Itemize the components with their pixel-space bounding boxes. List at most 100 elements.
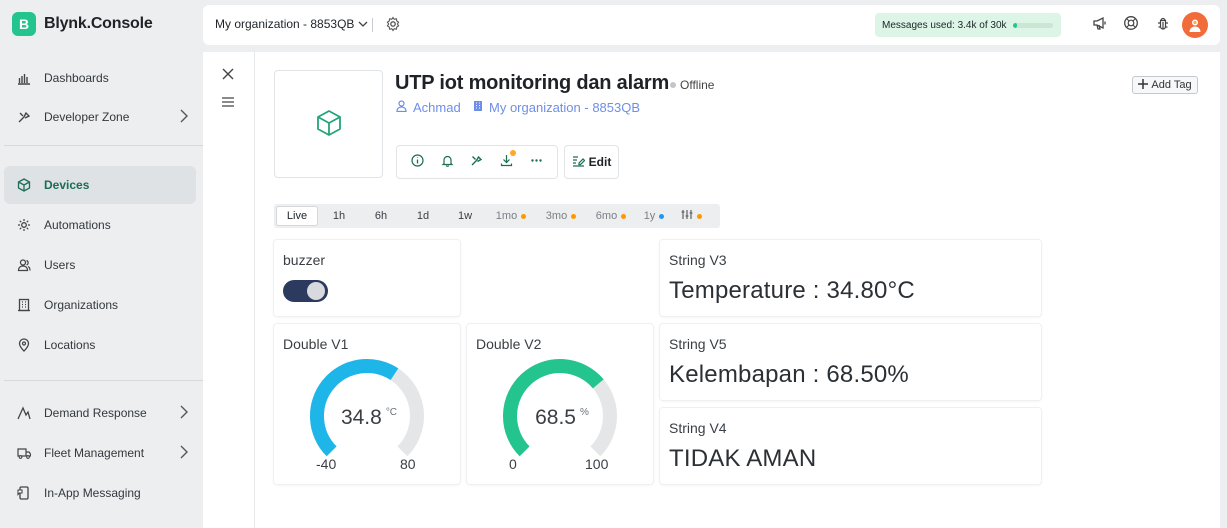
- time-range-label: 1h: [332, 210, 346, 222]
- menu-icon[interactable]: [222, 95, 234, 110]
- download-button[interactable]: [497, 150, 517, 172]
- messages-used-progress: [1012, 22, 1053, 28]
- gauge-max: 100: [585, 456, 609, 472]
- toggle-knob: [307, 282, 325, 300]
- messages-used-text: Messages used: 3.4k of 30k: [882, 19, 1007, 31]
- buzzer-toggle[interactable]: [283, 280, 328, 302]
- time-range-live[interactable]: Live: [276, 206, 318, 226]
- edit-label: Edit: [588, 155, 612, 169]
- truck-icon: [16, 445, 32, 461]
- buzzer-switch-widget: buzzer: [274, 240, 460, 316]
- status-badge: Offline: [670, 78, 714, 92]
- sidebar-item-label: In-App Messaging: [44, 486, 141, 500]
- close-icon[interactable]: [222, 68, 234, 83]
- time-range-3mo[interactable]: 3mo: [536, 206, 586, 226]
- nav-divider: [4, 145, 203, 146]
- panel-divider: [254, 52, 255, 528]
- time-range-1w[interactable]: 1w: [444, 206, 486, 226]
- chevron-right-icon: [180, 405, 188, 422]
- sidebar-item-automations[interactable]: Automations: [4, 206, 196, 244]
- string-v5-widget: String V5 Kelembapan : 68.50%: [660, 324, 1041, 400]
- sidebar-item-in-app-messaging[interactable]: In-App Messaging: [4, 474, 196, 512]
- device-organization-link[interactable]: My organization - 8853QB: [473, 100, 640, 115]
- bug-report-icon[interactable]: [1155, 15, 1171, 34]
- dashboards-icon: [16, 70, 32, 86]
- gauge-v2-widget: Double V2 68.5% 0 100: [467, 324, 653, 484]
- automations-icon: [16, 217, 32, 233]
- sidebar-item-organizations[interactable]: Organizations: [4, 286, 196, 324]
- gauge-max: 80: [400, 456, 416, 472]
- sidebar-item-locations[interactable]: Locations: [4, 326, 196, 364]
- sidebar-item-dashboards[interactable]: Dashboards: [4, 59, 196, 97]
- download-icon: [500, 154, 513, 170]
- sidebar-item-developer-zone[interactable]: Developer Zone: [4, 98, 196, 136]
- status-text: Offline: [680, 78, 715, 92]
- help-icon[interactable]: [1123, 15, 1139, 34]
- gauge-min: 0: [509, 456, 517, 472]
- premium-dot: [621, 213, 627, 219]
- edit-dashboard-button[interactable]: Edit: [564, 145, 619, 179]
- device-owner-link[interactable]: Achmad: [396, 100, 461, 115]
- demand-response-icon: [16, 405, 32, 421]
- nav-divider: [4, 380, 203, 381]
- time-range-label: Live: [286, 210, 308, 222]
- time-range-6h[interactable]: 6h: [360, 206, 402, 226]
- sidebar-item-label: Dashboards: [44, 71, 109, 85]
- chevron-right-icon: [180, 445, 188, 462]
- sidebar-item-devices[interactable]: Devices: [4, 166, 196, 204]
- widget-title: String V3: [669, 252, 727, 268]
- sidebar-item-label: Fleet Management: [44, 446, 145, 460]
- plus-icon: [1138, 78, 1149, 92]
- gauge-value: 34.8 °C: [274, 406, 460, 430]
- time-range-label: 1w: [457, 210, 473, 222]
- main-panel: UTP iot monitoring dan alarm Offline Ach…: [203, 52, 1220, 528]
- time-range-selector: Live 1h 6h 1d 1w 1mo 3mo 6mo 1y: [274, 204, 720, 228]
- logo[interactable]: B Blynk.Console: [12, 12, 153, 36]
- premium-dot: [571, 213, 577, 219]
- cube-icon: [314, 108, 344, 141]
- sidebar-item-demand-response[interactable]: Demand Response: [4, 394, 196, 432]
- avatar[interactable]: [1182, 12, 1208, 38]
- developer-tools-button[interactable]: [467, 152, 487, 172]
- gear-icon[interactable]: [385, 16, 401, 35]
- sidebar-item-label: Users: [44, 258, 76, 272]
- device-owner-name: Achmad: [413, 100, 461, 115]
- device-organization-name: My organization - 8853QB: [489, 100, 641, 115]
- info-button[interactable]: [408, 152, 428, 172]
- organization-selector[interactable]: My organization - 8853QB: [215, 17, 368, 31]
- sidebar-item-label: Organizations: [44, 298, 119, 312]
- add-tag-label: Add Tag: [1151, 79, 1192, 91]
- divider: [372, 18, 373, 32]
- messaging-icon: [16, 485, 32, 501]
- gauge-value-number: 68.5: [535, 406, 576, 429]
- gauge-v2-svg: [503, 359, 617, 457]
- sidebar-item-label: Developer Zone: [44, 110, 130, 124]
- time-range-6mo[interactable]: 6mo: [586, 206, 636, 226]
- device-image[interactable]: [274, 70, 383, 178]
- time-range-1h[interactable]: 1h: [318, 206, 360, 226]
- announcements-icon[interactable]: [1092, 15, 1108, 34]
- messages-used-badge[interactable]: Messages used: 3.4k of 30k: [875, 13, 1061, 37]
- more-horizontal-icon: [530, 154, 543, 170]
- widget-value: TIDAK AMAN: [669, 445, 817, 472]
- time-range-label: 3mo: [545, 210, 568, 222]
- app-name: Blynk.Console: [44, 15, 153, 32]
- add-tag-button[interactable]: Add Tag: [1132, 76, 1198, 94]
- sidebar-item-fleet-management[interactable]: Fleet Management: [4, 434, 196, 472]
- sidebar-item-users[interactable]: Users: [4, 246, 196, 284]
- device-title: UTP iot monitoring dan alarm: [395, 72, 670, 94]
- time-range-1y[interactable]: 1y: [636, 206, 672, 226]
- custom-range-button[interactable]: [672, 206, 710, 226]
- location-pin-icon: [16, 337, 32, 353]
- premium-dot: [521, 213, 527, 219]
- notifications-button[interactable]: [437, 152, 457, 172]
- status-dot: [670, 82, 676, 88]
- time-range-1d[interactable]: 1d: [402, 206, 444, 226]
- more-options-button[interactable]: [526, 152, 546, 172]
- gauge-unit: %: [579, 407, 589, 418]
- chevron-right-icon: [180, 109, 188, 126]
- time-range-1mo[interactable]: 1mo: [486, 206, 536, 226]
- string-v3-widget: String V3 Temperature : 34.80°C: [660, 240, 1041, 316]
- organization-icon: [473, 100, 483, 115]
- sidebar: B Blynk.Console Dashboards Developer Zon…: [0, 0, 203, 528]
